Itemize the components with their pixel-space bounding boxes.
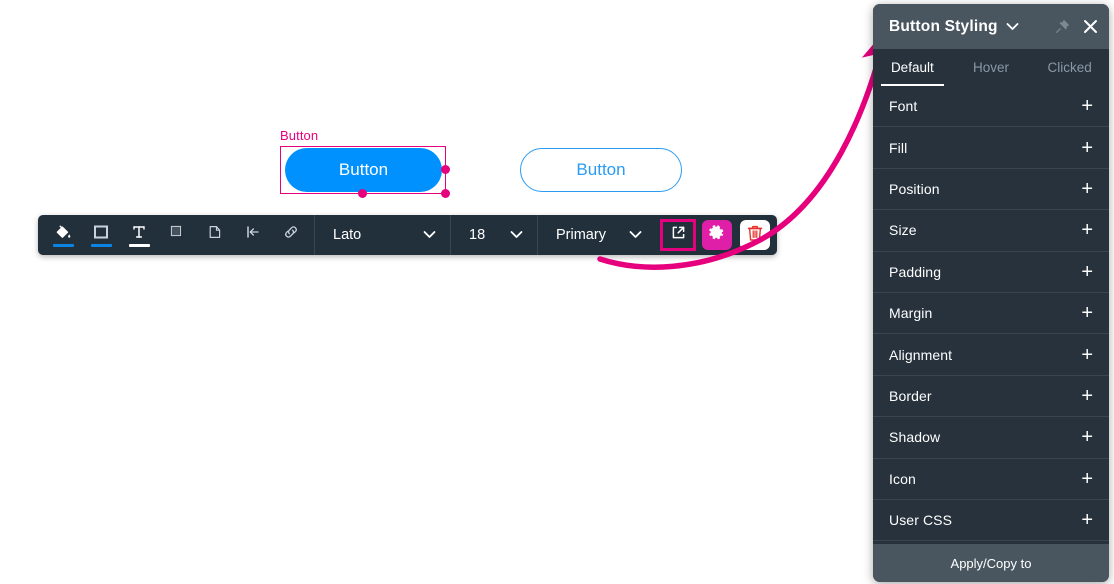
panel-row-margin[interactable]: Margin +	[873, 293, 1109, 335]
panel-row-label: Font	[889, 98, 918, 115]
panel-row-size[interactable]: Size +	[873, 210, 1109, 252]
corner-radius-icon-underline	[205, 244, 226, 247]
panel-row-shadow[interactable]: Shadow +	[873, 417, 1109, 459]
panel-title: Button Styling	[889, 17, 998, 35]
settings-button[interactable]	[702, 220, 732, 250]
element-toolbar: Lato 18 Primary	[38, 215, 777, 255]
pin-icon[interactable]	[1055, 19, 1070, 34]
border-icon-underline	[90, 243, 112, 247]
delete-button[interactable]	[740, 220, 770, 250]
panel-row-padding[interactable]: Padding +	[873, 252, 1109, 293]
plus-icon[interactable]: +	[1081, 262, 1093, 282]
plus-icon[interactable]: +	[1081, 138, 1093, 158]
panel-row-icon[interactable]: Icon +	[873, 459, 1109, 500]
apply-copy-to-button[interactable]: Apply/Copy to	[873, 544, 1109, 582]
external-link-icon	[670, 224, 687, 246]
font-size-select[interactable]: 18	[455, 215, 533, 255]
panel-row-font[interactable]: Font +	[873, 86, 1109, 128]
plus-icon[interactable]: +	[1081, 469, 1093, 489]
resize-handle-bottom-center[interactable]	[358, 189, 367, 198]
gear-icon	[708, 224, 726, 247]
toolbar-divider-2	[450, 215, 451, 255]
text-icon-underline	[128, 243, 150, 247]
panel-row-label: Border	[889, 387, 932, 404]
resize-handle-middle-right[interactable]	[441, 165, 450, 174]
panel-row-label: Alignment	[889, 346, 953, 363]
align-icon[interactable]	[238, 220, 268, 250]
font-family-value: Lato	[333, 227, 362, 243]
plus-icon[interactable]: +	[1081, 510, 1093, 530]
panel-row-label: Padding	[889, 263, 942, 280]
chevron-down-icon	[510, 227, 523, 243]
toolbar-divider-3	[537, 215, 538, 255]
panel-row-alignment[interactable]: Alignment +	[873, 334, 1109, 376]
resize-handle-bottom-right[interactable]	[441, 189, 450, 198]
shadow-icon[interactable]	[162, 220, 192, 250]
plus-icon[interactable]: +	[1081, 386, 1093, 406]
panel-row-label: Fill	[889, 139, 908, 156]
plus-icon[interactable]: +	[1081, 179, 1093, 199]
font-size-value: 18	[469, 227, 486, 243]
secondary-outline-button[interactable]: Button	[520, 148, 682, 192]
chevron-down-icon[interactable]	[1006, 22, 1019, 31]
plus-icon[interactable]: +	[1081, 303, 1093, 323]
link-icon[interactable]	[276, 220, 306, 250]
panel-row-label: User CSS	[889, 512, 953, 529]
text-icon[interactable]	[124, 220, 154, 250]
tab-default[interactable]: Default	[873, 49, 952, 86]
panel-row-label: Icon	[889, 470, 916, 487]
align-icon-underline	[243, 244, 264, 247]
border-icon[interactable]	[86, 220, 116, 250]
shadow-icon-underline	[167, 244, 188, 247]
button-styling-panel: Button Styling Default Hover Clicked Font +…	[873, 4, 1109, 582]
font-family-select[interactable]: Lato	[319, 215, 446, 255]
button-style-select[interactable]: Primary	[542, 215, 652, 255]
panel-row-user-css[interactable]: User CSS +	[873, 500, 1109, 542]
panel-tabs: Default Hover Clicked	[873, 49, 1109, 86]
plus-icon[interactable]: +	[1081, 220, 1093, 240]
tab-hover[interactable]: Hover	[952, 49, 1031, 86]
tab-clicked[interactable]: Clicked	[1030, 49, 1109, 86]
chevron-down-icon	[423, 227, 436, 243]
plus-icon[interactable]: +	[1081, 427, 1093, 447]
button-style-value: Primary	[556, 227, 606, 243]
panel-row-border[interactable]: Border +	[873, 376, 1109, 418]
panel-row-label: Position	[889, 180, 940, 197]
panel-row-fill[interactable]: Fill +	[873, 127, 1109, 169]
toolbar-divider-1	[314, 215, 315, 255]
fill-icon[interactable]	[48, 220, 78, 250]
plus-icon[interactable]: +	[1081, 345, 1093, 365]
panel-sections: Font + Fill + Position + Size + Padding + Margin + A…	[873, 86, 1109, 544]
panel-header: Button Styling	[873, 4, 1109, 49]
selected-element-label: Button	[280, 128, 319, 143]
panel-row-label: Size	[889, 222, 917, 239]
chevron-down-icon	[629, 227, 642, 243]
selection-rectangle	[280, 146, 446, 194]
plus-icon[interactable]: +	[1081, 96, 1093, 116]
panel-row-label: Margin	[889, 305, 933, 322]
close-icon[interactable]	[1082, 18, 1099, 35]
link-icon-underline	[281, 244, 302, 247]
corner-radius-icon[interactable]	[200, 220, 230, 250]
panel-row-position[interactable]: Position +	[873, 169, 1109, 211]
external-link-button[interactable]	[660, 219, 696, 251]
fill-icon-underline	[52, 243, 74, 247]
panel-row-label: Shadow	[889, 429, 941, 446]
trash-icon	[747, 224, 763, 247]
